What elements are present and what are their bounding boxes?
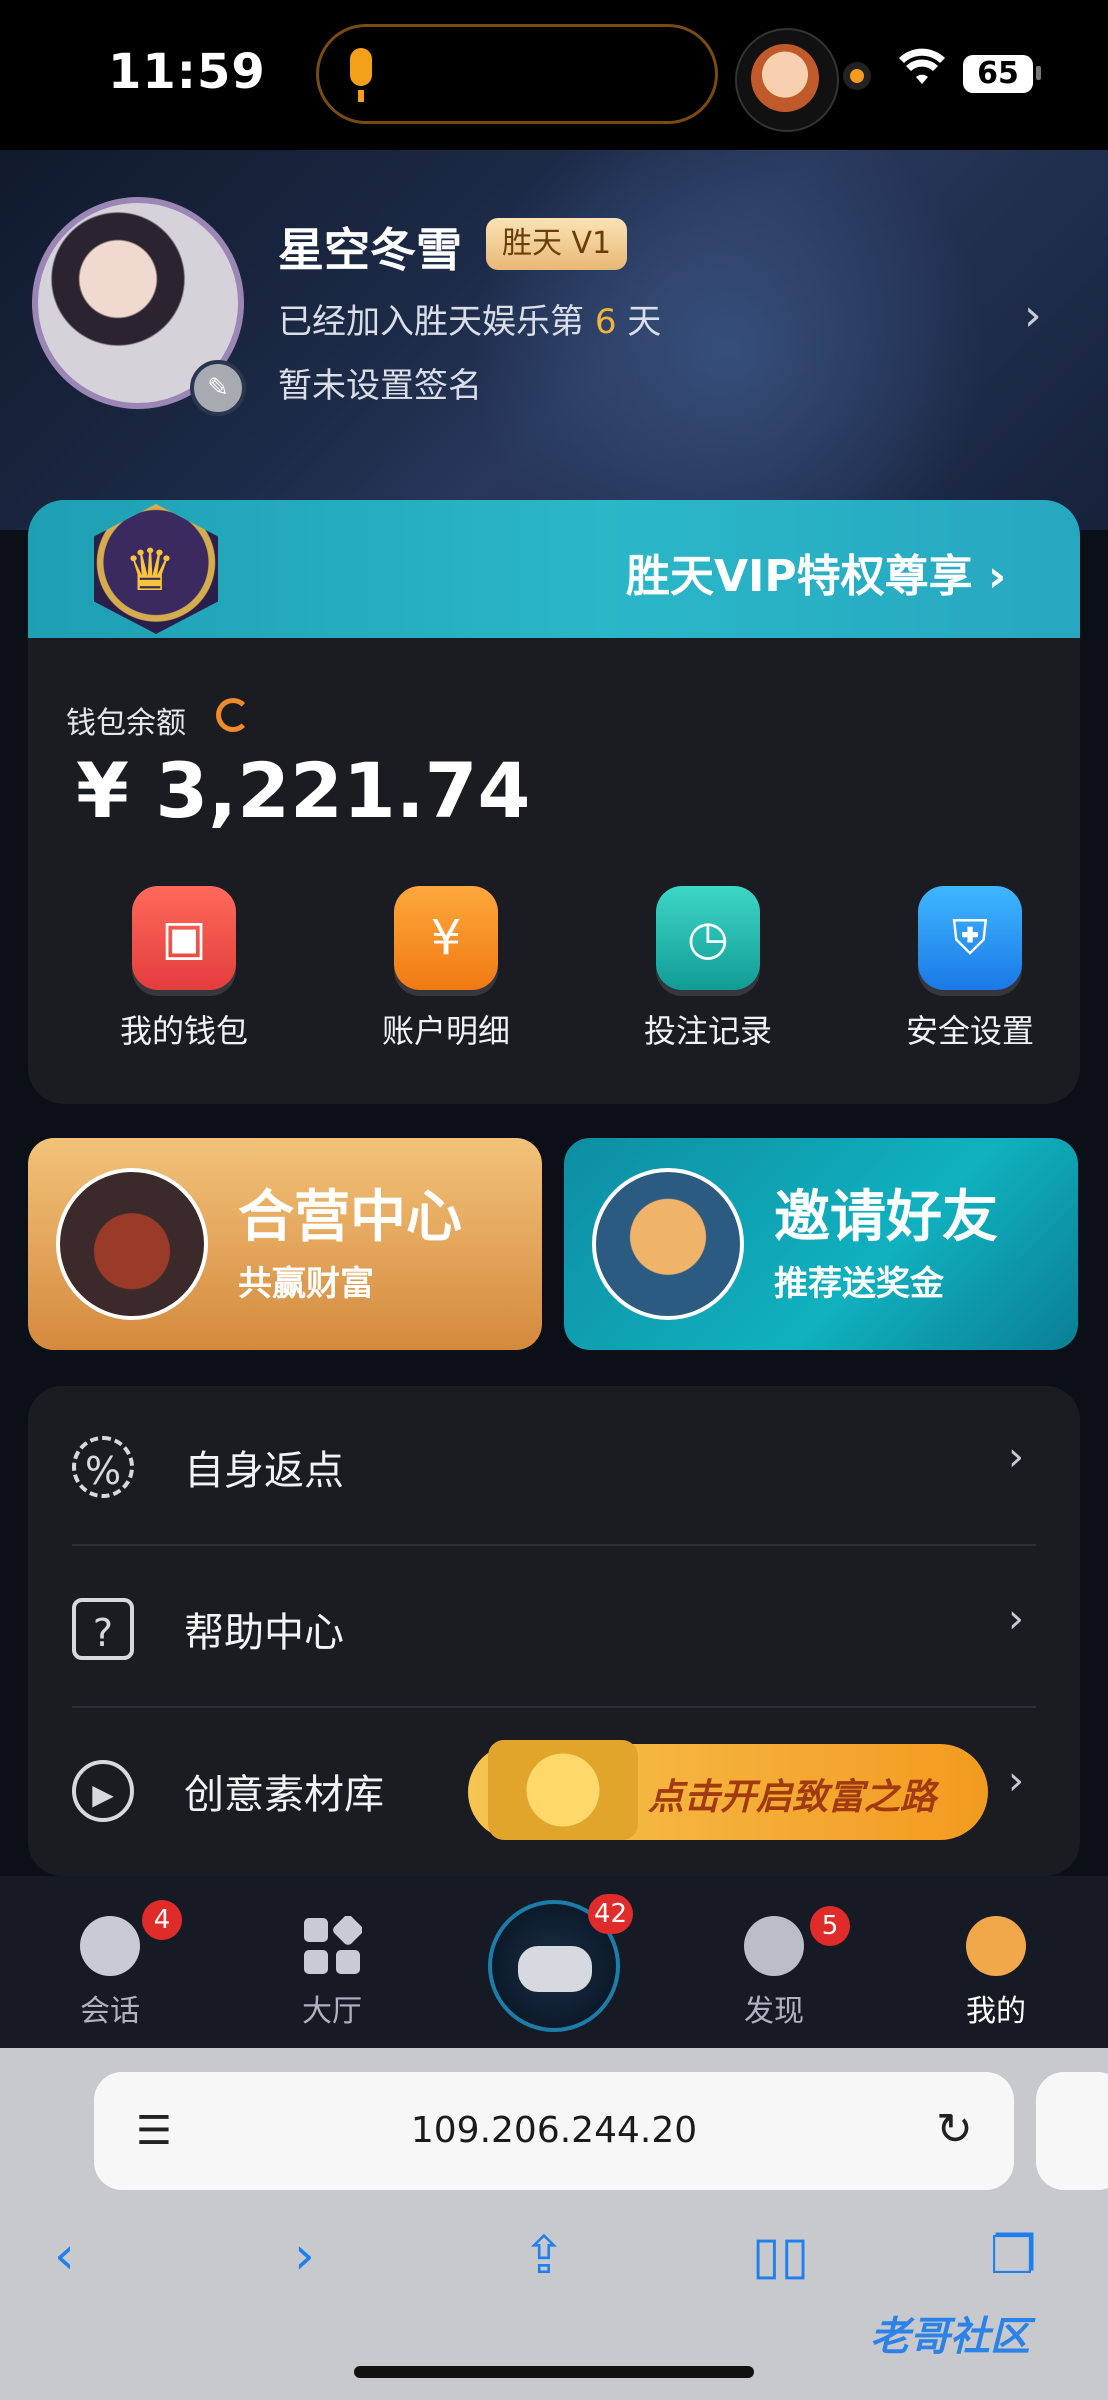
tab-lobby[interactable]: 大厅 [262,1876,402,2048]
battery-cap [1036,66,1041,80]
rebate-percent-icon: % [72,1436,134,1498]
joined-suffix: 天 [627,302,662,342]
chevron-right-icon: › [1008,1596,1024,1642]
play-icon: ▶ [72,1760,134,1822]
reload-icon[interactable]: ↻ [936,2104,973,2155]
shortcut-label: 安全设置 [905,1012,1034,1050]
balance-label: 钱包余额 [66,706,186,741]
chat-badge: 4 [142,1900,182,1940]
shortcut-my-wallet[interactable]: ▣ 我的钱包 [84,886,284,1052]
shortcut-label: 投注记录 [643,1012,772,1050]
watermark: 老哥社区 [870,2314,1030,2360]
chevron-right-icon: › [1008,1758,1024,1804]
battery-indicator: 65 [963,55,1033,93]
discover-badge: 5 [810,1906,850,1946]
vip-label: 胜天VIP特权尊享 [626,551,973,602]
tab-mine[interactable]: 我的 [926,1876,1066,2048]
chat-icon [80,1916,140,1976]
tab-label: 发现 [744,1994,804,2029]
promo-affiliate-center[interactable]: 合营中心 共赢财富 [28,1138,542,1350]
games-badge: 42 [588,1894,634,1934]
gamepad-icon [518,1946,592,1992]
vip-link[interactable]: 胜天VIP特权尊享 › [626,540,1006,604]
chevron-right-icon: › [1008,1434,1024,1480]
joined-prefix: 已经加入胜天娱乐第 [278,302,584,342]
affiliate-illustration [56,1168,208,1320]
promo-subtitle: 推荐送奖金 [774,1264,944,1304]
tab-label: 会话 [80,1994,140,2029]
wifi-icon [898,48,946,99]
menu-label: 自身返点 [184,1448,344,1494]
profile-icon [966,1916,1026,1976]
compass-icon [744,1916,804,1976]
shortcut-security-settings[interactable]: ⛨ 安全设置 [870,886,1070,1052]
next-tab-peek[interactable] [1036,2072,1108,2190]
home-indicator [354,2366,754,2378]
joined-days: 6 [594,302,617,342]
wallet-card: ♛ 胜天VIP特权尊享 › 钱包余额 ¥ 3,221.74 ▣ 我的钱包 ¥ 账… [28,500,1080,1104]
recording-indicator-icon [843,62,871,90]
shield-icon: ⛨ [918,886,1022,990]
mic-icon [350,48,372,86]
divider [72,1544,1036,1546]
lobby-grid-icon [302,1915,363,1976]
help-icon: ? [72,1598,134,1660]
url-text[interactable]: 109.206.244.20 [94,2110,1014,2151]
promo-title: 合营中心 [238,1185,462,1250]
invite-illustration [592,1168,744,1320]
menu-item-rebate[interactable]: % 自身返点 › [28,1386,1080,1546]
tab-label: 我的 [966,1994,1026,2029]
account-detail-icon: ¥ [394,886,498,990]
joined-days-text: 已经加入胜天娱乐第 6 天 [278,294,661,343]
promo-subtitle: 共赢财富 [238,1264,374,1304]
dynamic-island [316,24,718,124]
tab-label: 大厅 [302,1994,362,2029]
shortcut-account-detail[interactable]: ¥ 账户明细 [346,886,546,1052]
level-badge: 胜天 V1 [486,218,628,270]
forward-icon[interactable]: › [294,2226,315,2286]
shortcut-bet-record[interactable]: ◷ 投注记录 [608,886,808,1052]
menu-list: % 自身返点 › ? 帮助中心 › ▶ 创意素材库 点击开启致富之路 › [28,1386,1080,1876]
menu-item-creative-library[interactable]: ▶ 创意素材库 点击开启致富之路 › [28,1710,1080,1870]
promo-invite-friends[interactable]: 邀请好友 推荐送奖金 [564,1138,1078,1350]
shortcut-label: 账户明细 [381,1012,510,1050]
treasure-chest-icon [488,1740,638,1840]
status-time: 11:59 [108,44,266,100]
shortcut-label: 我的钱包 [119,1012,248,1050]
tabs-icon[interactable]: ❐ [990,2226,1037,2286]
menu-item-help[interactable]: ? 帮助中心 › [28,1548,1080,1708]
wallet-icon: ▣ [132,886,236,990]
tab-discover[interactable]: 发现 [704,1876,844,2048]
bet-record-icon: ◷ [656,886,760,990]
bookmarks-icon[interactable]: ▯▯ [752,2226,809,2286]
share-icon[interactable]: ⇪ [522,2226,566,2286]
banner-text: 点击开启致富之路 [648,1777,937,1818]
edit-avatar-icon[interactable]: ✎ [190,360,246,416]
divider [72,1706,1036,1708]
status-avatar-face [751,44,819,112]
mic-stem [358,90,364,102]
menu-label: 帮助中心 [184,1610,344,1656]
refresh-icon[interactable] [216,698,250,732]
signature-text: 暂未设置签名 [278,366,482,406]
chevron-right-icon[interactable]: › [1024,290,1042,341]
balance-amount: ¥ 3,221.74 [76,746,531,835]
back-icon[interactable]: ‹ [54,2226,75,2286]
menu-label: 创意素材库 [184,1772,384,1818]
promo-title: 邀请好友 [774,1185,998,1250]
username: 星空冬雪 [278,223,462,277]
crown-icon: ♛ [124,536,176,604]
